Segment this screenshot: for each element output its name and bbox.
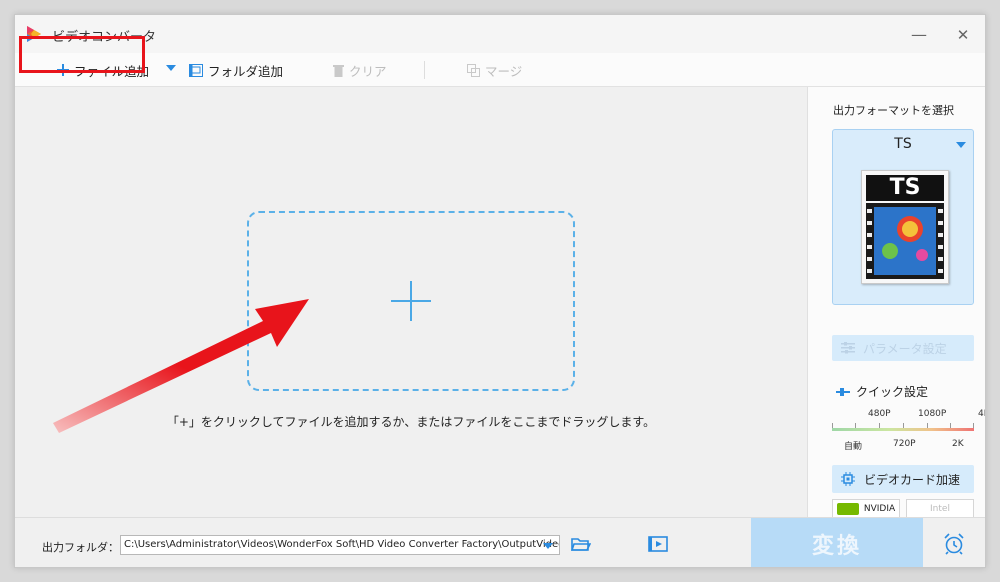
format-name: TS	[894, 136, 912, 152]
open-folder-icon[interactable]	[570, 536, 592, 555]
slider-icon	[836, 387, 850, 396]
quality-label-2k: 2K	[952, 439, 964, 449]
drop-hint-text: 「+」をクリックしてファイルを追加するか、またはファイルをここまでドラッグします…	[166, 415, 656, 429]
settings-panel: 出力フォーマットを選択 TS TS パラメータ設定 クイック設定 480P 10…	[807, 87, 985, 519]
merge-icon	[467, 63, 480, 77]
quality-label-4k: 4K	[978, 409, 985, 419]
close-button[interactable]: ✕	[953, 25, 973, 45]
output-format-selector[interactable]: TS TS	[832, 129, 974, 305]
format-thumbnail: TS	[861, 170, 949, 284]
intel-toggle[interactable]: Intel	[906, 499, 974, 519]
minimize-button[interactable]: —	[909, 25, 929, 45]
add-folder-button[interactable]: フォルダ追加	[189, 53, 283, 87]
sliders-icon	[841, 342, 855, 354]
film-strip-image	[866, 203, 944, 279]
add-plus-icon-vertical	[410, 281, 412, 321]
quality-label-720p: 720P	[893, 439, 916, 449]
quality-labels-bottom: 自動 720P 2K	[808, 439, 985, 453]
add-file-highlight-box	[19, 36, 145, 73]
output-bar: 出力フォルダ： C:\Users\Administrator\Videos\Wo…	[15, 517, 985, 567]
add-file-dropdown-icon[interactable]	[166, 65, 176, 71]
parameter-settings-button[interactable]: パラメータ設定	[832, 335, 974, 361]
quality-slider[interactable]	[832, 428, 974, 431]
alarm-clock-icon[interactable]	[943, 533, 965, 558]
format-section-title: 出力フォーマットを選択	[833, 104, 954, 117]
folder-add-icon	[189, 63, 203, 77]
nvidia-label: NVIDIA	[863, 504, 896, 514]
file-list-area: 「+」をクリックしてファイルを追加するか、またはファイルをここまでドラッグします…	[15, 87, 807, 517]
toolbar-divider	[424, 61, 425, 79]
chevron-down-icon	[956, 142, 966, 148]
nvidia-toggle[interactable]: NVIDIA	[832, 499, 900, 519]
clear-label: クリア	[349, 63, 387, 79]
quality-label-480p: 480P	[868, 409, 891, 419]
format-thumbnail-label: TS	[866, 175, 944, 201]
title-bar: ビデオコンバータ — ✕	[15, 15, 985, 53]
output-folder-label: 出力フォルダ：	[42, 541, 119, 554]
output-folder-field[interactable]: C:\Users\Administrator\Videos\WonderFox …	[120, 535, 560, 555]
output-folder-dropdown-icon[interactable]	[543, 543, 553, 549]
chip-icon	[841, 472, 855, 486]
quality-label-auto: 自動	[844, 442, 863, 452]
convert-button[interactable]: 変換	[751, 518, 923, 567]
quick-settings-label: クイック設定	[856, 385, 929, 399]
intel-label: Intel	[930, 504, 950, 514]
gpu-acceleration-label: ビデオカード加速	[864, 472, 961, 487]
toolbar: ファイル追加 フォルダ追加 クリア マージ	[15, 53, 985, 87]
quality-label-1080p: 1080P	[918, 409, 947, 419]
merge-label: マージ	[485, 63, 523, 79]
gpu-acceleration-button[interactable]: ビデオカード加速	[832, 465, 974, 493]
quality-labels-top: 480P 1080P 4K	[808, 409, 985, 423]
parameter-settings-label: パラメータ設定	[863, 341, 947, 356]
add-folder-label: フォルダ追加	[208, 63, 284, 79]
nvidia-logo-icon	[836, 503, 859, 515]
video-preview-icon[interactable]	[648, 536, 668, 555]
quick-settings-title: クイック設定	[836, 383, 928, 400]
clear-button[interactable]: クリア	[333, 53, 387, 87]
app-window: ビデオコンバータ — ✕ ファイル追加 フォルダ追加 クリア マージ 「+」をク…	[14, 14, 986, 568]
trash-icon	[333, 64, 344, 77]
merge-button[interactable]: マージ	[467, 53, 522, 87]
